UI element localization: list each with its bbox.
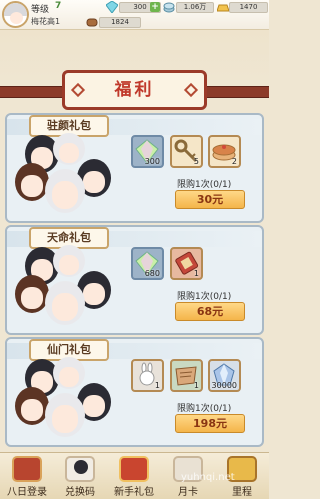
- gold-count: 1470: [229, 2, 268, 13]
- banner-title: 福利: [114, 80, 155, 100]
- player-name: 梅花高1: [31, 17, 61, 26]
- buy-button[interactable]: 198元: [175, 414, 245, 433]
- scroll-icon[interactable]: 1: [170, 247, 203, 280]
- item-qty: 1: [193, 381, 199, 390]
- level-label: 等级: [31, 5, 50, 15]
- gift-chest-icon: [119, 456, 149, 482]
- wood-count: 1824: [99, 17, 141, 28]
- item-qty: 30000: [211, 381, 237, 390]
- rainbow-gem-icon[interactable]: 300: [131, 135, 164, 168]
- item-qty: 300: [144, 157, 160, 166]
- nav-label: 新手礼包: [114, 487, 154, 498]
- item-qty: 5: [193, 157, 199, 166]
- nav-newbie-pack[interactable]: 新手礼包: [110, 453, 158, 499]
- purchase-limit: 限购1次(0/1): [177, 292, 232, 302]
- nav-eight-day-login[interactable]: 八日登录: [3, 453, 51, 499]
- item-qty: 1: [154, 381, 160, 390]
- nav-label: 月卡: [178, 487, 198, 498]
- characters-illustration: [15, 133, 125, 219]
- pack-name: 驻颜礼包: [47, 119, 91, 132]
- wood-icon: [86, 18, 98, 27]
- top-status-bar: 等级 7 梅花高1 300 + 1.06万 1470 1824: [0, 0, 269, 30]
- pack-panel-1: 驻颜礼包 300 5 2 限购1次(0/1) 30元: [5, 113, 264, 223]
- gem-icon: [106, 1, 118, 13]
- watermark: yuhnqi.net: [181, 472, 235, 483]
- nav-label: 里程: [232, 487, 252, 498]
- knot-ornament-left: [70, 82, 86, 98]
- nav-label: 八日登录: [7, 487, 47, 498]
- item-qty: 680: [144, 269, 160, 278]
- blue-crystal-icon[interactable]: 30000: [208, 359, 241, 392]
- item-qty: 1: [193, 269, 199, 278]
- coin-stack-icon: [163, 2, 175, 13]
- player-avatar[interactable]: [2, 1, 29, 28]
- buy-button[interactable]: 30元: [175, 190, 245, 209]
- cake-icon[interactable]: 2: [208, 135, 241, 168]
- nav-label: 兑换码: [65, 487, 95, 498]
- pack-name: 仙门礼包: [47, 343, 91, 356]
- exchange-character-icon: [65, 456, 95, 482]
- nav-redeem-code[interactable]: 兑换码: [56, 453, 104, 499]
- pack-panel-3: 仙门礼包 1 1 30000 限购1次(0/1) 198元: [5, 337, 264, 447]
- level-value: 7: [55, 1, 62, 11]
- key-icon[interactable]: 5: [170, 135, 203, 168]
- characters-illustration: [15, 357, 125, 443]
- characters-illustration: [15, 245, 125, 331]
- pack-name: 天命礼包: [47, 231, 91, 244]
- item-qty: 2: [231, 157, 237, 166]
- calendar-icon: [12, 456, 42, 482]
- knot-ornament-right: [183, 82, 199, 98]
- add-gem-button[interactable]: +: [150, 2, 160, 12]
- welfare-banner: 福利: [62, 70, 207, 110]
- rainbow-gem-icon[interactable]: 680: [131, 247, 164, 280]
- purchase-limit: 限购1次(0/1): [177, 180, 232, 190]
- purchase-limit: 限购1次(0/1): [177, 404, 232, 414]
- coin-count: 1.06万: [176, 2, 214, 13]
- cloth-scroll-icon[interactable]: 1: [170, 359, 203, 392]
- gold-bar-icon: [217, 4, 229, 12]
- rabbit-charm-icon[interactable]: 1: [131, 359, 164, 392]
- pack-panel-2: 天命礼包 680 1 限购1次(0/1) 68元: [5, 225, 264, 335]
- buy-button[interactable]: 68元: [175, 302, 245, 321]
